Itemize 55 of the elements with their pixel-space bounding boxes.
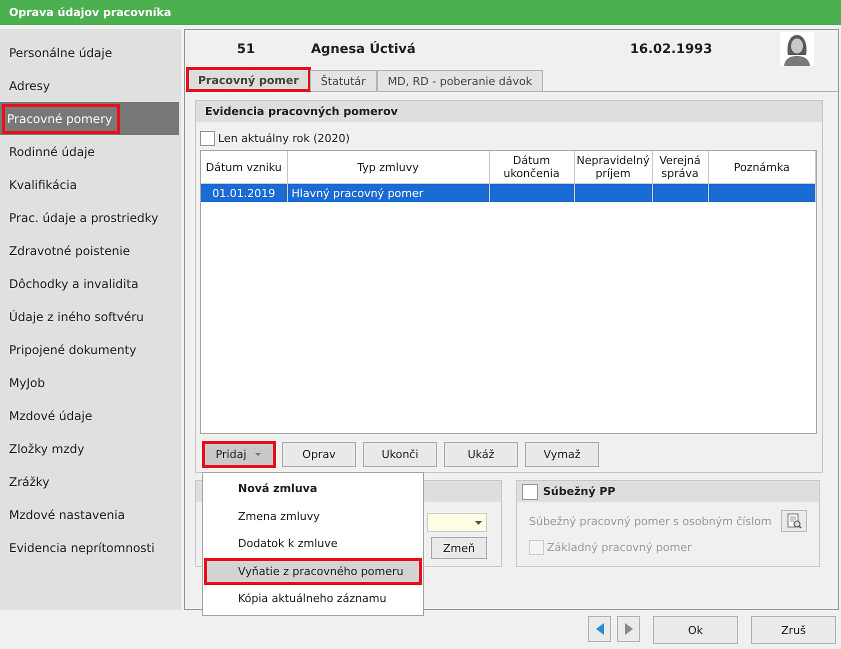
employee-name: Agnesa Úctivá: [311, 42, 417, 56]
checkbox-label: Len aktuálny rok (2020): [218, 132, 350, 145]
action-button[interactable]: Vymaž: [525, 442, 599, 467]
dialog-button[interactable]: Zruš: [751, 616, 836, 644]
sidebar-item[interactable]: Mzdové nastavenia: [0, 498, 179, 531]
document-search-icon: [786, 513, 802, 529]
caret-icon: [475, 520, 482, 524]
right-arrow-icon: [624, 623, 632, 635]
sidebar-item[interactable]: Pripojené dokumenty: [0, 333, 179, 366]
menu-item[interactable]: Vyňatie z pracovného pomeru: [204, 558, 422, 585]
caret-icon: [254, 452, 262, 457]
sidebar-item[interactable]: Zložky mzdy: [0, 432, 179, 465]
sidebar-item[interactable]: Rodinné údaje: [0, 135, 179, 168]
birth-date: 16.02.1993: [630, 42, 714, 56]
sidebar-item[interactable]: MyJob: [0, 366, 179, 399]
tab[interactable]: Pracovný pomer: [187, 68, 310, 91]
field-label: Súbežný pracovný pomer s osobným číslom: [529, 514, 772, 528]
action-button[interactable]: Ukonči: [363, 442, 437, 467]
previous-button[interactable]: [588, 616, 611, 642]
dropdown-field[interactable]: [427, 513, 487, 532]
sidebar-item[interactable]: Zdravotné poistenie: [0, 234, 179, 267]
checkbox[interactable]: [200, 131, 215, 146]
sidebar-item[interactable]: Zrážky: [0, 465, 179, 498]
employee-number: 51: [236, 42, 256, 56]
menu-item[interactable]: Zmena zmluvy: [204, 502, 422, 530]
menu-item[interactable]: Kópia aktuálneho záznamu: [204, 585, 422, 612]
table-cell: 01.01.2019: [212, 186, 276, 200]
table-cell: Hlavný pracovný pomer: [292, 186, 424, 200]
sidebar-item[interactable]: Adresy: [0, 69, 179, 102]
window-title: Oprava údajov pracovníka: [0, 0, 841, 25]
panel-title: Evidencia pracovných pomerov: [196, 101, 822, 122]
lookup-button[interactable]: [781, 510, 807, 532]
sidebar-item[interactable]: Údaje z iného softvéru: [0, 300, 179, 333]
tab[interactable]: MD, RD - poberanie dávok: [376, 70, 544, 91]
sidebar-item[interactable]: Dôchodky a invalidita: [0, 267, 179, 300]
menu-item[interactable]: Dodatok k zmluve: [204, 530, 422, 558]
sidebar-item[interactable]: Personálne údaje: [0, 36, 179, 69]
sidebar-item[interactable]: Evidencia neprítomnosti: [0, 531, 179, 564]
sidebar-item[interactable]: Kvalifikácia: [0, 168, 179, 201]
table-row[interactable]: 01.01.2019 Hlavný pracovný pomer: [201, 184, 816, 202]
add-button[interactable]: Pridaj: [203, 442, 275, 467]
menu-item[interactable]: Nová zmluva: [204, 475, 422, 502]
next-button[interactable]: [617, 616, 640, 642]
action-button[interactable]: Oprav: [282, 442, 356, 467]
checkbox[interactable]: [522, 484, 538, 500]
sidebar-item[interactable]: Pracovné pomery: [0, 102, 179, 135]
left-arrow-icon: [596, 623, 604, 635]
tab[interactable]: Štatutár: [310, 70, 377, 91]
panel-title: Súbežný PP: [543, 485, 616, 498]
change-button[interactable]: Zmeň: [431, 537, 487, 559]
action-button[interactable]: Ukáž: [444, 442, 518, 467]
checkbox-label: Základný pracovný pomer: [547, 541, 692, 554]
dialog-button[interactable]: Ok: [653, 616, 738, 644]
sidebar-item[interactable]: Prac. údaje a prostriedky: [0, 201, 179, 234]
sidebar-item[interactable]: Mzdové údaje: [0, 399, 179, 432]
